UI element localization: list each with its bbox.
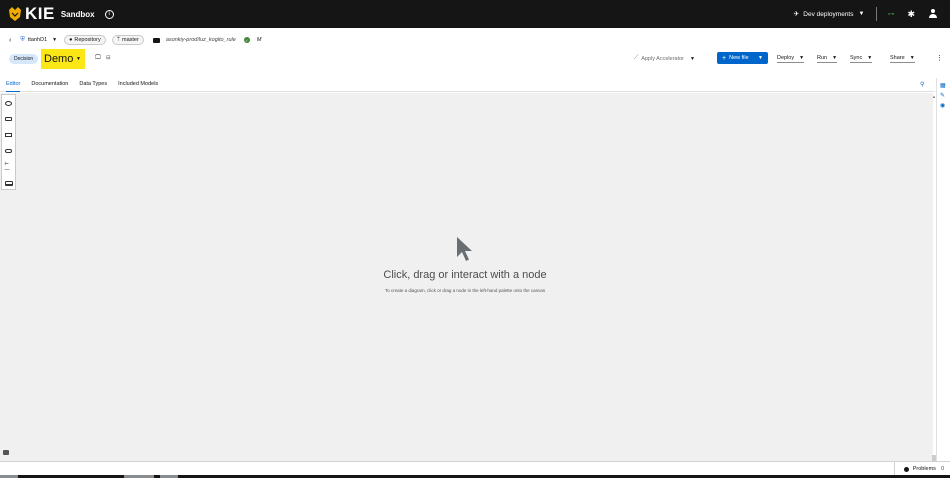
back-icon[interactable]: ‹ bbox=[9, 37, 11, 44]
node-palette: ⊢— bbox=[1, 94, 16, 190]
dmn-icon[interactable]: ⊟ bbox=[106, 55, 111, 61]
folder-icon bbox=[152, 37, 160, 43]
magic-wand-icon: ⟋ bbox=[634, 55, 639, 61]
caret-down-icon: ▼ bbox=[867, 54, 873, 61]
palette-decision-service[interactable] bbox=[2, 175, 15, 191]
kie-logo[interactable]: KIE bbox=[8, 4, 55, 24]
extended-services-icon[interactable]: ⊶ bbox=[887, 10, 894, 18]
properties-rail: ▦ ✎ ◉ bbox=[936, 78, 950, 462]
deploy-dropdown[interactable]: Deploy ▼ bbox=[777, 53, 805, 63]
empty-state-subtitle: To create a diagram, click or drag a nod… bbox=[384, 288, 546, 293]
account-name: ttanhD1 bbox=[27, 37, 48, 43]
empty-state-title: Click, drag or interact with a node bbox=[383, 269, 547, 281]
plus-icon: + bbox=[722, 54, 727, 62]
workspace-path[interactable]: asonkiy-prod/luz_kogito_rule bbox=[166, 37, 236, 43]
rounded-rectangle-icon bbox=[5, 149, 12, 153]
file-toolbar: Decision Demo ▼ 🖵 ⊟ ⟋ Apply Accelerator … bbox=[0, 49, 950, 69]
masthead-actions: ✈ Dev deployments ▼ ⊶ ✱ bbox=[793, 0, 950, 28]
branch-badge[interactable]: ᛘ master bbox=[111, 35, 144, 45]
run-dropdown[interactable]: Run ▼ bbox=[817, 53, 838, 63]
edit-icon[interactable]: ✎ bbox=[940, 92, 945, 99]
caret-down-icon: ▼ bbox=[858, 11, 865, 17]
gear-icon[interactable]: ✱ bbox=[907, 9, 915, 20]
desktop-icon[interactable]: 🖵 bbox=[95, 55, 101, 62]
editor-tabs: Editor Documentation Data Types Included… bbox=[0, 78, 935, 92]
error-icon bbox=[903, 466, 909, 472]
status-bar bbox=[0, 461, 950, 475]
masthead: KIE Sandbox i ✈ Dev deployments ▼ ⊶ ✱ bbox=[0, 0, 950, 28]
problems-button[interactable]: Problems 0 bbox=[903, 464, 944, 474]
logo-text: KIE bbox=[25, 4, 55, 23]
palette-input-data[interactable] bbox=[2, 95, 15, 111]
ellipse-icon bbox=[5, 100, 12, 106]
search-icon[interactable]: ⚲ bbox=[920, 81, 924, 88]
share-dropdown[interactable]: Share ▼ bbox=[890, 53, 915, 63]
file-type-badge: Decision bbox=[9, 54, 39, 64]
sync-dropdown[interactable]: Sync ▼ bbox=[850, 53, 873, 63]
sandbox-label: Sandbox bbox=[60, 9, 95, 19]
new-file-label: New file bbox=[729, 55, 749, 61]
repository-badge[interactable]: ● Repository bbox=[64, 35, 106, 45]
problems-label: Problems bbox=[912, 466, 936, 472]
apply-accelerator-label: Apply Accelerator bbox=[641, 55, 685, 62]
knowledge-source-icon bbox=[5, 117, 12, 121]
eye-icon[interactable]: ◉ bbox=[940, 102, 945, 109]
sync-label: Sync bbox=[850, 54, 863, 61]
user-icon[interactable] bbox=[928, 9, 938, 19]
tab-data-types[interactable]: Data Types bbox=[79, 78, 107, 92]
tab-editor[interactable]: Editor bbox=[6, 78, 21, 92]
repository-label: Repository bbox=[74, 37, 101, 43]
branch-label: master bbox=[122, 37, 139, 43]
deploy-label: Deploy bbox=[777, 54, 795, 61]
account-dropdown[interactable]: ⛨ ttanhD1 ▼ bbox=[20, 37, 57, 44]
dev-deployments-dropdown[interactable]: ✈ Dev deployments ▼ bbox=[793, 10, 865, 19]
dev-deployments-label: Dev deployments bbox=[803, 10, 854, 18]
check-icon: ✓ bbox=[243, 37, 250, 43]
branch-icon: ᛘ bbox=[116, 37, 121, 43]
kie-logo-icon bbox=[9, 7, 21, 21]
caret-down-icon: ▼ bbox=[52, 37, 58, 43]
palette-text-annotation[interactable]: ⊢— bbox=[2, 159, 15, 175]
palette-knowledge-source[interactable] bbox=[2, 111, 15, 127]
divider bbox=[876, 7, 878, 21]
run-label: Run bbox=[817, 54, 828, 61]
rectangle-icon bbox=[5, 133, 12, 137]
caret-down-icon: ▼ bbox=[76, 56, 81, 62]
github-icon: ● bbox=[69, 37, 73, 43]
share-label: Share bbox=[890, 54, 905, 61]
caret-down-icon: ▼ bbox=[909, 54, 915, 61]
file-name: Demo bbox=[44, 53, 74, 65]
caret-down-icon: ▼ bbox=[832, 54, 838, 61]
tab-documentation[interactable]: Documentation bbox=[31, 78, 68, 92]
caret-down-icon: ▼ bbox=[690, 55, 695, 62]
overview-icon[interactable] bbox=[3, 450, 9, 455]
caret-down-icon: ▼ bbox=[758, 55, 763, 61]
shield-icon: ⛨ bbox=[20, 36, 25, 43]
palette-decision[interactable] bbox=[2, 127, 15, 143]
problems-count: 0 bbox=[940, 466, 944, 472]
tab-included-models[interactable]: Included Models bbox=[118, 78, 158, 92]
new-file-button[interactable]: + New file ▼ bbox=[717, 52, 768, 64]
caret-down-icon: ▼ bbox=[799, 54, 805, 61]
annotation-icon: ⊢— bbox=[4, 161, 10, 173]
decision-service-icon bbox=[4, 180, 13, 186]
file-name-dropdown[interactable]: Demo ▼ bbox=[41, 49, 85, 69]
cursor-icon bbox=[457, 237, 472, 261]
rocket-icon: ✈ bbox=[793, 11, 800, 18]
info-icon[interactable]: i bbox=[104, 9, 114, 19]
apply-accelerator-dropdown[interactable]: ⟋ Apply Accelerator ▼ bbox=[634, 55, 695, 62]
breadcrumb: ‹ ⛨ ttanhD1 ▼ ● Repository ᛘ master ason… bbox=[0, 33, 950, 47]
modified-indicator: M bbox=[256, 37, 262, 43]
properties-panel-icon[interactable]: ▦ bbox=[940, 82, 946, 89]
palette-bkm[interactable] bbox=[2, 143, 15, 159]
kebab-menu-icon[interactable]: ⋮ bbox=[936, 54, 943, 62]
